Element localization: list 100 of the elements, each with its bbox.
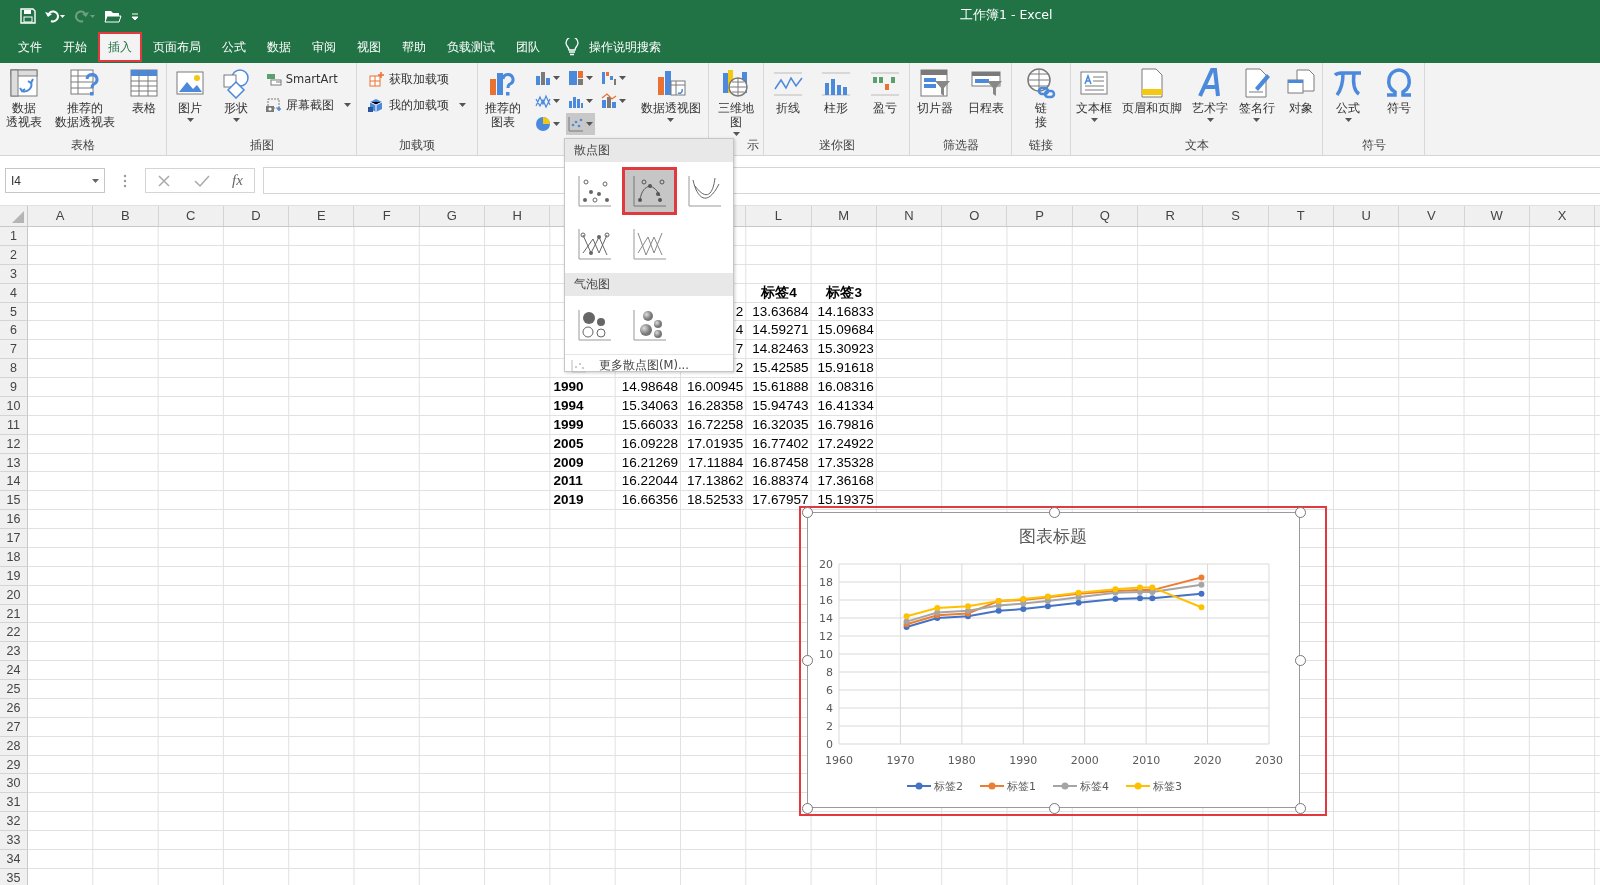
resize-handle[interactable]: [802, 803, 813, 814]
row-header[interactable]: 16: [0, 510, 28, 529]
column-header[interactable]: Q: [1072, 206, 1139, 226]
tell-me-search[interactable]: 操作说明搜索: [589, 38, 661, 56]
ribbon-button[interactable]: 我的加载项: [368, 95, 466, 115]
shapes-button[interactable]: 形状: [218, 67, 255, 122]
letter-a-button[interactable]: 艺术字: [1190, 67, 1231, 122]
resize-handle[interactable]: [802, 507, 813, 518]
signature-button[interactable]: 签名行: [1236, 67, 1277, 122]
ribbon-button[interactable]: 获取加载项: [368, 69, 466, 89]
row-header[interactable]: 31: [0, 793, 28, 813]
column-header[interactable]: V: [1399, 206, 1465, 226]
pi-button[interactable]: 公式: [1330, 67, 1367, 122]
column-header[interactable]: A: [28, 206, 94, 226]
map-globe-button[interactable]: 三维地 图: [716, 67, 756, 136]
column-header[interactable]: S: [1203, 206, 1269, 226]
ribbon-button[interactable]: SmartArt: [264, 69, 351, 89]
undo-icon[interactable]: [44, 7, 66, 24]
grip-icon[interactable]: [123, 173, 127, 188]
bubble-chart-icon: [576, 308, 613, 342]
resize-handle[interactable]: [1048, 507, 1060, 518]
ribbon-tab[interactable]: 文件: [8, 32, 52, 62]
row-header[interactable]: 6: [0, 321, 28, 341]
row-header[interactable]: 14: [0, 472, 28, 492]
ribbon-button[interactable]: 屏幕截图: [264, 95, 351, 115]
axis-label: 6: [826, 684, 833, 697]
ribbon-tab[interactable]: 负载测试: [437, 32, 505, 62]
chart-area[interactable]: 图表标题 0 2 4 6 8 10 12 14 16 18 20 1960 1970 1980 1990 2000 2010 2020 2030 标签2 标签1 标签4 标签3: [807, 512, 1300, 808]
win-loss-button[interactable]: 盈亏: [866, 67, 903, 115]
row-header[interactable]: 8: [0, 359, 28, 378]
resize-handle[interactable]: [802, 655, 813, 666]
row-header[interactable]: 17: [0, 529, 28, 548]
save-icon[interactable]: [20, 7, 36, 24]
table-button[interactable]: 表格: [125, 67, 162, 115]
picture-button[interactable]: 图片: [172, 67, 209, 122]
recommended-chart-button[interactable]: 推荐的 图表: [483, 67, 524, 129]
column-header[interactable]: U: [1333, 206, 1400, 226]
page-button[interactable]: 页眉和页脚: [1120, 67, 1185, 115]
link-globe-button[interactable]: 链 接: [1023, 67, 1059, 129]
slicer-button[interactable]: 切片器: [915, 67, 956, 115]
group-label: 表格: [71, 137, 95, 154]
row-header[interactable]: 33: [0, 831, 28, 850]
column-header[interactable]: T: [1268, 206, 1334, 226]
pivot-table-button[interactable]: 数据 透视表: [4, 67, 45, 129]
resize-handle[interactable]: [1295, 507, 1306, 518]
omega-button[interactable]: 符号: [1380, 67, 1417, 115]
more-scatter-charts-item[interactable]: 更多散点图(M)...: [565, 354, 733, 376]
check-icon[interactable]: [193, 173, 210, 188]
chart-type-button[interactable]: [566, 113, 596, 135]
window-title: 工作簿1 - Excel: [960, 7, 1053, 24]
ribbon-tab[interactable]: 数据: [257, 32, 301, 62]
name-box[interactable]: I4: [5, 168, 105, 193]
column-header[interactable]: O: [942, 206, 1008, 226]
column-header[interactable]: G: [419, 206, 486, 226]
column-header[interactable]: X: [1529, 206, 1596, 226]
row-header[interactable]: 1: [0, 227, 28, 246]
recommended-pivot-button[interactable]: 推荐的 数据透视表: [53, 67, 117, 129]
row-header[interactable]: 15: [0, 491, 28, 511]
object-button[interactable]: 对象: [1282, 67, 1319, 115]
line-sparkline-button[interactable]: 折线: [770, 67, 807, 115]
resize-handle[interactable]: [1295, 803, 1306, 814]
column-header[interactable]: N: [876, 206, 943, 226]
column-header[interactable]: W: [1464, 206, 1530, 226]
column-header[interactable]: B: [93, 206, 159, 226]
resize-handle[interactable]: [1295, 655, 1306, 666]
row-header[interactable]: 32: [0, 812, 28, 831]
column-header[interactable]: M: [811, 206, 877, 226]
textbox-button[interactable]: 文本框: [1074, 67, 1115, 122]
row-header[interactable]: 24: [0, 661, 28, 680]
column-header[interactable]: R: [1138, 206, 1204, 226]
row-header[interactable]: 30: [0, 774, 28, 794]
table-cell-text: 17.13862: [685, 472, 745, 491]
chart-type-option[interactable]: [622, 167, 677, 215]
ribbon-tab[interactable]: 插入: [98, 32, 142, 62]
column-header[interactable]: C: [158, 206, 224, 226]
resize-handle[interactable]: [1048, 803, 1060, 814]
ribbon-tab[interactable]: 视图: [347, 32, 391, 62]
row-header[interactable]: 25: [0, 680, 28, 699]
row-header[interactable]: 22: [0, 623, 28, 643]
ribbon-tab[interactable]: 公式: [212, 32, 256, 62]
row-header[interactable]: 7: [0, 340, 28, 360]
section-heading: 气泡图: [565, 273, 733, 296]
insert-function-button[interactable]: fx: [231, 172, 243, 189]
column-header[interactable]: E: [289, 206, 355, 226]
row-header[interactable]: 9: [0, 378, 28, 397]
column-header[interactable]: F: [354, 206, 420, 226]
ribbon-tab[interactable]: 审阅: [302, 32, 346, 62]
column-header[interactable]: D: [223, 206, 290, 226]
ribbon-tab[interactable]: 页面布局: [143, 32, 211, 62]
pivot-chart-button[interactable]: 数据透视图: [638, 67, 703, 122]
cancel-icon[interactable]: [157, 173, 172, 188]
column-sparkline-button[interactable]: 柱形: [818, 67, 855, 115]
column-header[interactable]: L: [746, 206, 812, 226]
ribbon-tab[interactable]: 帮助: [392, 32, 436, 62]
ribbon-tab[interactable]: 团队: [506, 32, 550, 62]
ribbon-tab[interactable]: 开始: [53, 32, 97, 62]
column-header[interactable]: P: [1007, 206, 1073, 226]
column-header[interactable]: H: [485, 206, 551, 226]
timeline-button[interactable]: 日程表: [965, 67, 1006, 115]
row-header[interactable]: 23: [0, 642, 28, 662]
